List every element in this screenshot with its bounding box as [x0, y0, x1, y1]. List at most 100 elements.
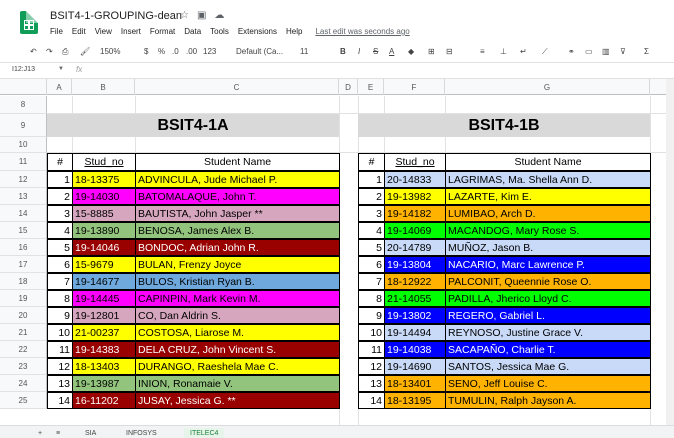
row-header[interactable]: 22 [0, 341, 47, 358]
menu-edit[interactable]: Edit [72, 27, 86, 36]
menu-file[interactable]: File [50, 27, 63, 36]
stud-no-cell[interactable]: 19-14038 [384, 341, 446, 358]
stud-no-cell[interactable]: 19-14445 [72, 290, 136, 307]
percent-button[interactable]: % [158, 47, 165, 56]
insert-chart-icon[interactable]: ▥ [602, 47, 610, 56]
menu-data[interactable]: Data [184, 27, 201, 36]
student-name-cell[interactable]: NACARIO, Marc Lawrence P. [445, 256, 651, 273]
student-name-cell[interactable]: REYNOSO, Justine Grace V. [445, 324, 651, 341]
vertical-scrollbar[interactable] [666, 79, 674, 425]
student-name-cell[interactable]: DURANGO, Raeshela Mae C. [135, 358, 340, 375]
stud-no-cell[interactable]: 19-13802 [384, 307, 446, 324]
student-number-cell[interactable]: 5 [47, 239, 73, 256]
functions-icon[interactable]: Σ [644, 47, 649, 56]
student-name-cell[interactable]: BULOS, Kristian Ryan B. [135, 273, 340, 290]
student-name-cell[interactable]: BENOSA, James Alex B. [135, 222, 340, 239]
stud-no-cell[interactable]: 19-14383 [72, 341, 136, 358]
student-name-cell[interactable]: DELA CRUZ, John Vincent S. [135, 341, 340, 358]
column-header-f[interactable]: F [384, 79, 445, 95]
menu-view[interactable]: View [95, 27, 112, 36]
last-edit-link[interactable]: Last edit was seconds ago [315, 27, 409, 36]
student-name-cell[interactable]: LUMIBAO, Arch D. [445, 205, 651, 222]
header-num[interactable]: # [358, 153, 385, 171]
student-name-cell[interactable]: BATOMALAQUE, John T. [135, 188, 340, 205]
student-name-cell[interactable]: MACANDOG, Mary Rose S. [445, 222, 651, 239]
student-number-cell[interactable]: 1 [358, 171, 385, 188]
student-number-cell[interactable]: 4 [358, 222, 385, 239]
stud-no-cell[interactable]: 15-8885 [72, 205, 136, 222]
student-name-cell[interactable]: SENO, Jeff Louise C. [445, 375, 651, 392]
header-student-name[interactable]: Student Name [135, 153, 340, 171]
student-name-cell[interactable]: REGERO, Gabriel L. [445, 307, 651, 324]
stud-no-cell[interactable]: 18-13195 [384, 392, 446, 409]
row-header[interactable]: 9 [0, 114, 47, 137]
row-header[interactable]: 19 [0, 290, 47, 307]
zoom-select[interactable]: 150% [100, 47, 120, 56]
student-name-cell[interactable]: ADVINCULA, Jude Michael P. [135, 171, 340, 188]
row-header[interactable]: 12 [0, 171, 47, 188]
column-header-d[interactable]: D [339, 79, 358, 95]
star-icon[interactable]: ☆ [180, 10, 197, 21]
student-name-cell[interactable]: SANTOS, Jessica Mae G. [445, 358, 651, 375]
name-box-dropdown-icon[interactable]: ▼ [58, 66, 64, 72]
stud-no-cell[interactable]: 15-9679 [72, 256, 136, 273]
student-name-cell[interactable]: BULAN, Frenzy Joyce [135, 256, 340, 273]
stud-no-cell[interactable]: 19-12801 [72, 307, 136, 324]
horizontal-align-icon[interactable]: ≡ [480, 47, 485, 56]
student-number-cell[interactable]: 3 [358, 205, 385, 222]
row-header[interactable]: 8 [0, 96, 47, 114]
document-title[interactable]: BSIT4-1-GROUPING-dean [50, 10, 182, 22]
student-name-cell[interactable]: PALCONIT, Queennie Rose O. [445, 273, 651, 290]
row-header[interactable]: 17 [0, 256, 47, 273]
student-number-cell[interactable]: 13 [358, 375, 385, 392]
increase-decimal-button[interactable]: .00 [186, 47, 197, 56]
menu-extensions[interactable]: Extensions [238, 27, 277, 36]
column-header-c[interactable]: C [135, 79, 339, 95]
row-header[interactable]: 14 [0, 205, 47, 222]
student-name-cell[interactable]: JUSAY, Jessica G. ** [135, 392, 340, 409]
insert-comment-icon[interactable]: ▭ [585, 47, 593, 56]
move-folder-icon[interactable]: ▣ [197, 10, 214, 21]
student-number-cell[interactable]: 8 [47, 290, 73, 307]
stud-no-cell[interactable]: 20-14833 [384, 171, 446, 188]
header-student-name[interactable]: Student Name [445, 153, 651, 171]
bold-button[interactable]: B [340, 47, 346, 56]
menu-help[interactable]: Help [286, 27, 302, 36]
student-name-cell[interactable]: TUMULIN, Ralph Jayson A. [445, 392, 651, 409]
student-name-cell[interactable]: PADILLA, Jherico Lloyd C. [445, 290, 651, 307]
student-number-cell[interactable]: 1 [47, 171, 73, 188]
stud-no-cell[interactable]: 18-12922 [384, 273, 446, 290]
text-rotation-icon[interactable]: ⟋ [542, 47, 548, 57]
student-name-cell[interactable]: SACAPAÑO, Charlie T. [445, 341, 651, 358]
student-number-cell[interactable]: 2 [47, 188, 73, 205]
student-name-cell[interactable]: CAPINPIN, Mark Kevin M. [135, 290, 340, 307]
name-box[interactable]: I12:J13 [12, 66, 35, 73]
text-wrap-icon[interactable]: ↵ [520, 47, 527, 56]
row-header[interactable]: 13 [0, 188, 47, 205]
student-name-cell[interactable]: LAGRIMAS, Ma. Shella Ann D. [445, 171, 651, 188]
header-num[interactable]: # [47, 153, 73, 171]
redo-icon[interactable]: ↷ [46, 47, 53, 56]
cloud-status-icon[interactable]: ☁ [214, 10, 232, 21]
student-number-cell[interactable]: 12 [358, 358, 385, 375]
stud-no-cell[interactable]: 19-13804 [384, 256, 446, 273]
paint-format-icon[interactable]: 🖌 [80, 47, 90, 56]
stud-no-cell[interactable]: 19-14182 [384, 205, 446, 222]
column-header-g[interactable]: G [445, 79, 650, 95]
row-header[interactable]: 20 [0, 307, 47, 324]
student-name-cell[interactable]: LAZARTE, Kim E. [445, 188, 651, 205]
stud-no-cell[interactable]: 19-14030 [72, 188, 136, 205]
all-sheets-icon[interactable]: ≡ [56, 430, 60, 437]
more-formats-button[interactable]: 123 [203, 47, 216, 56]
undo-icon[interactable]: ↶ [30, 47, 37, 56]
stud-no-cell[interactable]: 19-14677 [72, 273, 136, 290]
stud-no-cell[interactable]: 19-14069 [384, 222, 446, 239]
stud-no-cell[interactable]: 19-14494 [384, 324, 446, 341]
add-sheet-icon[interactable]: + [38, 430, 42, 437]
print-icon[interactable]: ⎙ [62, 47, 68, 57]
stud-no-cell[interactable]: 19-13890 [72, 222, 136, 239]
sheet-tab-itelec4[interactable]: ITELEC4 [184, 428, 225, 438]
stud-no-cell[interactable]: 16-11202 [72, 392, 136, 409]
currency-button[interactable]: $ [144, 47, 148, 56]
column-header-b[interactable]: B [72, 79, 135, 95]
